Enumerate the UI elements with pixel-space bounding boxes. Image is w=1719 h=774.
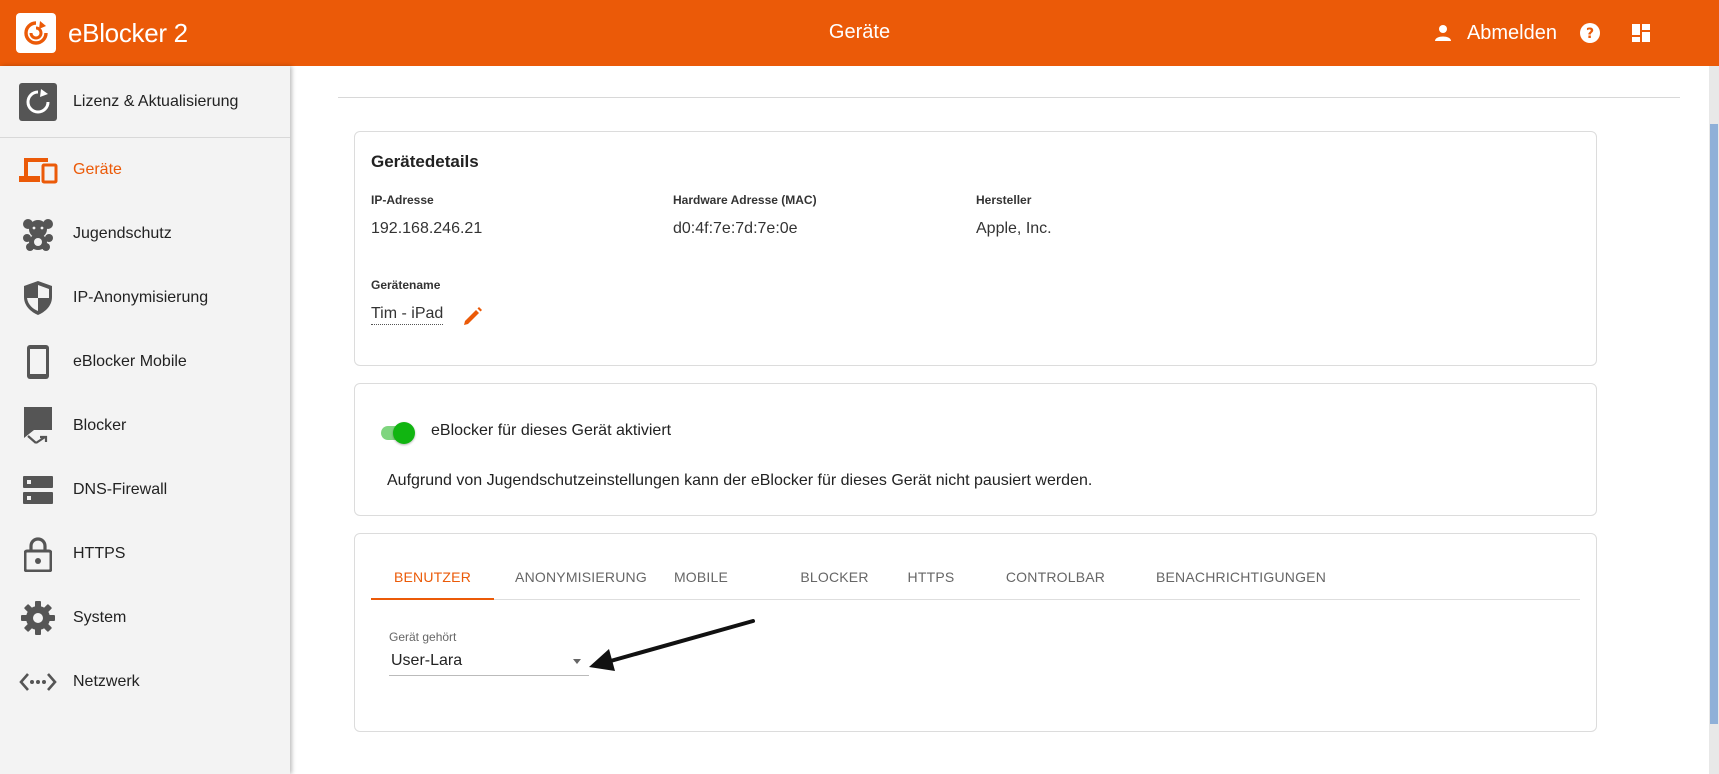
- device-owner-select[interactable]: User-Lara: [389, 646, 589, 676]
- sidebar-item-label: System: [73, 609, 127, 626]
- sidebar-item-label: IP-Anonymisierung: [73, 289, 209, 306]
- device-name-label: Gerätename: [371, 278, 441, 292]
- tab-notifications[interactable]: BENACHRICHTIGUNGEN: [1149, 554, 1333, 600]
- gear-icon: [18, 598, 58, 638]
- shield-icon: [18, 278, 58, 318]
- sidebar-item-network[interactable]: Netzwerk: [0, 650, 290, 714]
- sidebar-item-label: Lizenz & Aktualisierung: [73, 92, 239, 110]
- sidebar-item-label: HTTPS: [73, 545, 126, 562]
- edit-pencil-icon[interactable]: [462, 305, 484, 327]
- devices-icon: [18, 150, 58, 190]
- eblocker-logo-icon[interactable]: [16, 13, 56, 53]
- header-actions: Abmelden ?: [1433, 18, 1651, 48]
- settings-tabs-card: BENUTZER ANONYMISIERUNG MOBILE BLOCKER H…: [354, 533, 1597, 732]
- sidebar: Lizenz & Aktualisierung Geräte Jugendsch…: [0, 66, 290, 774]
- blocker-icon: [18, 406, 58, 446]
- sidebar-item-label: Jugendschutz: [73, 225, 172, 242]
- logout-label: Abmelden: [1466, 21, 1557, 44]
- app-name: eBlocker 2: [68, 18, 188, 48]
- phone-icon: [18, 342, 58, 382]
- teddy-bear-icon: [18, 214, 58, 254]
- tab-blocker[interactable]: BLOCKER: [792, 554, 877, 600]
- ip-address-value: 192.168.246.21: [371, 220, 483, 237]
- svg-text:?: ?: [1586, 26, 1594, 42]
- sidebar-item-label: Netzwerk: [73, 673, 140, 690]
- sidebar-item-https[interactable]: HTTPS: [0, 522, 290, 586]
- lock-icon: [18, 534, 58, 574]
- mac-address-value: d0:4f:7e:7d:7e:0e: [673, 220, 798, 237]
- card-title: Gerätedetails: [371, 152, 479, 171]
- tab-mobile[interactable]: MOBILE: [668, 554, 734, 600]
- scrollbar-thumb[interactable]: [1710, 124, 1718, 724]
- help-icon[interactable]: ?: [1579, 22, 1601, 44]
- tab-bar: BENUTZER ANONYMISIERUNG MOBILE BLOCKER H…: [371, 554, 1580, 600]
- app-header: eBlocker 2 Geräte Abmelden ?: [0, 0, 1719, 66]
- device-owner-value: User-Lara: [391, 652, 463, 669]
- toggle-label: eBlocker für dieses Gerät aktiviert: [431, 422, 672, 439]
- sidebar-item-license[interactable]: Lizenz & Aktualisierung: [0, 66, 290, 138]
- sidebar-item-dns-firewall[interactable]: DNS-Firewall: [0, 458, 290, 522]
- sidebar-item-youth-protection[interactable]: Jugendschutz: [0, 202, 290, 266]
- chevron-down-icon: [573, 659, 581, 664]
- logout-button[interactable]: Abmelden: [1433, 22, 1557, 45]
- tab-https[interactable]: HTTPS: [897, 554, 965, 600]
- sidebar-item-eblocker-mobile[interactable]: eBlocker Mobile: [0, 330, 290, 394]
- device-details-card: Gerätedetails IP-Adresse 192.168.246.21 …: [354, 131, 1597, 366]
- sidebar-item-system[interactable]: System: [0, 586, 290, 650]
- divider: [338, 97, 1680, 98]
- toggle-knob: [393, 422, 415, 444]
- ip-address-label: IP-Adresse: [371, 193, 434, 207]
- activation-card: eBlocker für dieses Gerät aktiviert Aufg…: [354, 383, 1597, 516]
- dns-server-icon: [18, 470, 58, 510]
- eblocker-active-toggle[interactable]: [379, 420, 415, 444]
- pause-notice: Aufgrund von Jugendschutzeinstellungen k…: [387, 472, 1093, 489]
- page-scrollbar[interactable]: [1709, 66, 1719, 774]
- sidebar-item-label: Blocker: [73, 417, 127, 434]
- annotation-arrow-icon: [589, 619, 755, 671]
- vendor-value: Apple, Inc.: [976, 220, 1052, 237]
- dashboard-icon[interactable]: [1631, 23, 1651, 43]
- tab-anonymization[interactable]: ANONYMISIERUNG: [508, 554, 654, 600]
- device-owner-label: Gerät gehört: [389, 630, 457, 644]
- sidebar-item-devices[interactable]: Geräte: [0, 138, 290, 202]
- sidebar-item-label: DNS-Firewall: [73, 481, 168, 498]
- mac-address-label: Hardware Adresse (MAC): [673, 193, 817, 207]
- tab-users[interactable]: BENUTZER: [371, 554, 494, 600]
- network-icon: [18, 662, 58, 702]
- device-name-value[interactable]: Tim - iPad: [371, 304, 444, 325]
- person-icon: [1434, 25, 1451, 41]
- tab-controlbar[interactable]: CONTROLBAR: [997, 554, 1114, 600]
- vendor-label: Hersteller: [976, 193, 1032, 207]
- license-refresh-icon: [18, 82, 58, 122]
- sidebar-item-label: eBlocker Mobile: [73, 353, 187, 370]
- sidebar-item-ip-anonymization[interactable]: IP-Anonymisierung: [0, 266, 290, 330]
- sidebar-item-blocker[interactable]: Blocker: [0, 394, 290, 458]
- sidebar-item-label: Geräte: [73, 161, 122, 178]
